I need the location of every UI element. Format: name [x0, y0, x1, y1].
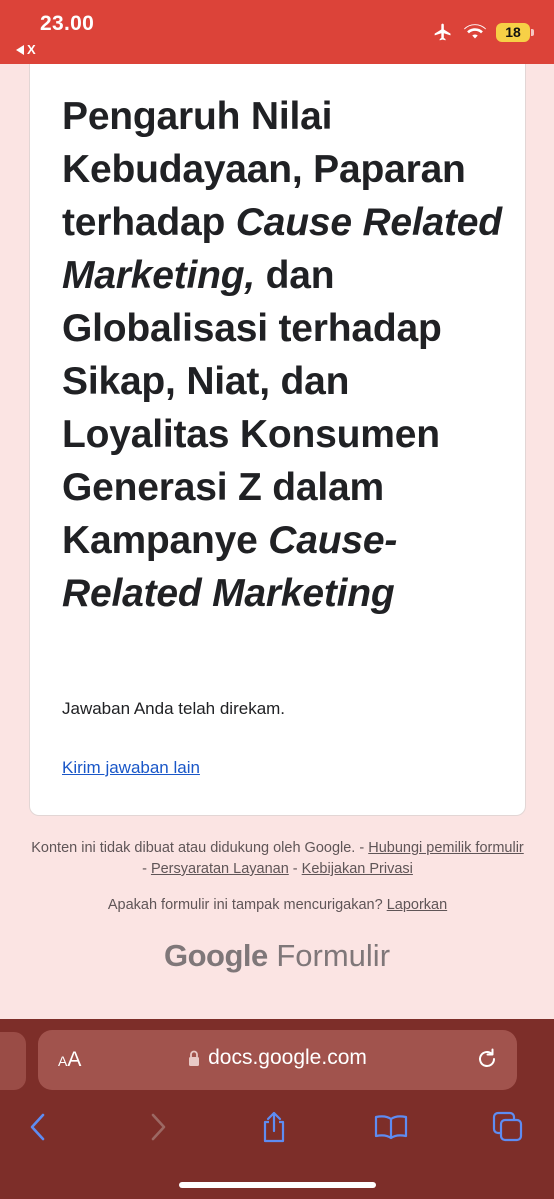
lock-icon — [189, 1050, 200, 1066]
form-title-part: dan Globalisasi terhadap Sikap, Niat, da… — [62, 254, 442, 562]
chevron-left-icon — [30, 1113, 45, 1141]
back-to-app-button[interactable]: X — [16, 42, 36, 57]
contact-owner-link[interactable]: Hubungi pemilik formulir — [368, 840, 524, 856]
response-recorded-text: Jawaban Anda telah direkam. — [62, 699, 286, 718]
book-icon — [374, 1115, 408, 1140]
separator: - — [142, 861, 151, 877]
wifi-icon — [464, 23, 486, 38]
brand-forms: Formulir — [276, 938, 391, 973]
battery-level: 18 — [505, 24, 521, 40]
brand-google: Google — [163, 938, 268, 973]
address-bar[interactable]: AA docs.google.com — [38, 1030, 517, 1090]
home-indicator[interactable] — [179, 1182, 376, 1188]
report-line: Apakah formulir ini tampak mencurigakan?… — [29, 895, 526, 916]
suspicious-question: Apakah formulir ini tampak mencurigakan? — [107, 897, 383, 913]
forward-button[interactable] — [140, 1109, 176, 1145]
privacy-link[interactable]: Kebijakan Privasi — [302, 861, 413, 877]
back-button[interactable] — [20, 1109, 56, 1145]
battery-icon: 18 — [496, 22, 534, 42]
separator: - — [288, 861, 302, 877]
terms-link[interactable]: Persyaratan Layanan — [151, 861, 289, 877]
previous-tab-preview[interactable] — [0, 1032, 26, 1090]
back-triangle-icon — [16, 44, 24, 55]
airplane-icon — [434, 23, 451, 41]
confirmation-card: Pengaruh Nilai Kebudayaan, Paparan terha… — [29, 64, 526, 816]
status-bar: 23.00 X 18 — [0, 0, 554, 64]
google-forms-logo[interactable]: Google Formulir — [0, 938, 554, 974]
tabs-icon — [492, 1111, 523, 1142]
browser-bottom-bar: AA docs.google.com — [0, 1019, 554, 1199]
url-display: docs.google.com — [38, 1046, 517, 1070]
footer-disclaimer: Konten ini tidak dibuat atau didukung ol… — [29, 838, 526, 880]
share-icon — [263, 1111, 285, 1143]
reload-icon[interactable] — [475, 1047, 499, 1071]
status-time: 23.00 — [40, 12, 95, 35]
browser-toolbar — [0, 1105, 554, 1149]
report-link[interactable]: Laporkan — [387, 897, 447, 913]
back-app-label: X — [27, 42, 36, 57]
form-title: Pengaruh Nilai Kebudayaan, Paparan terha… — [62, 90, 502, 620]
status-icons: 18 — [432, 22, 534, 42]
bookmarks-button[interactable] — [373, 1109, 409, 1145]
chevron-right-icon — [151, 1113, 166, 1141]
url-text: docs.google.com — [208, 1046, 367, 1069]
tabs-button[interactable] — [490, 1109, 526, 1145]
disclaimer-text: Konten ini tidak dibuat atau didukung ol… — [31, 840, 365, 856]
share-button[interactable] — [256, 1109, 292, 1145]
submit-another-response-link[interactable]: Kirim jawaban lain — [62, 758, 200, 778]
